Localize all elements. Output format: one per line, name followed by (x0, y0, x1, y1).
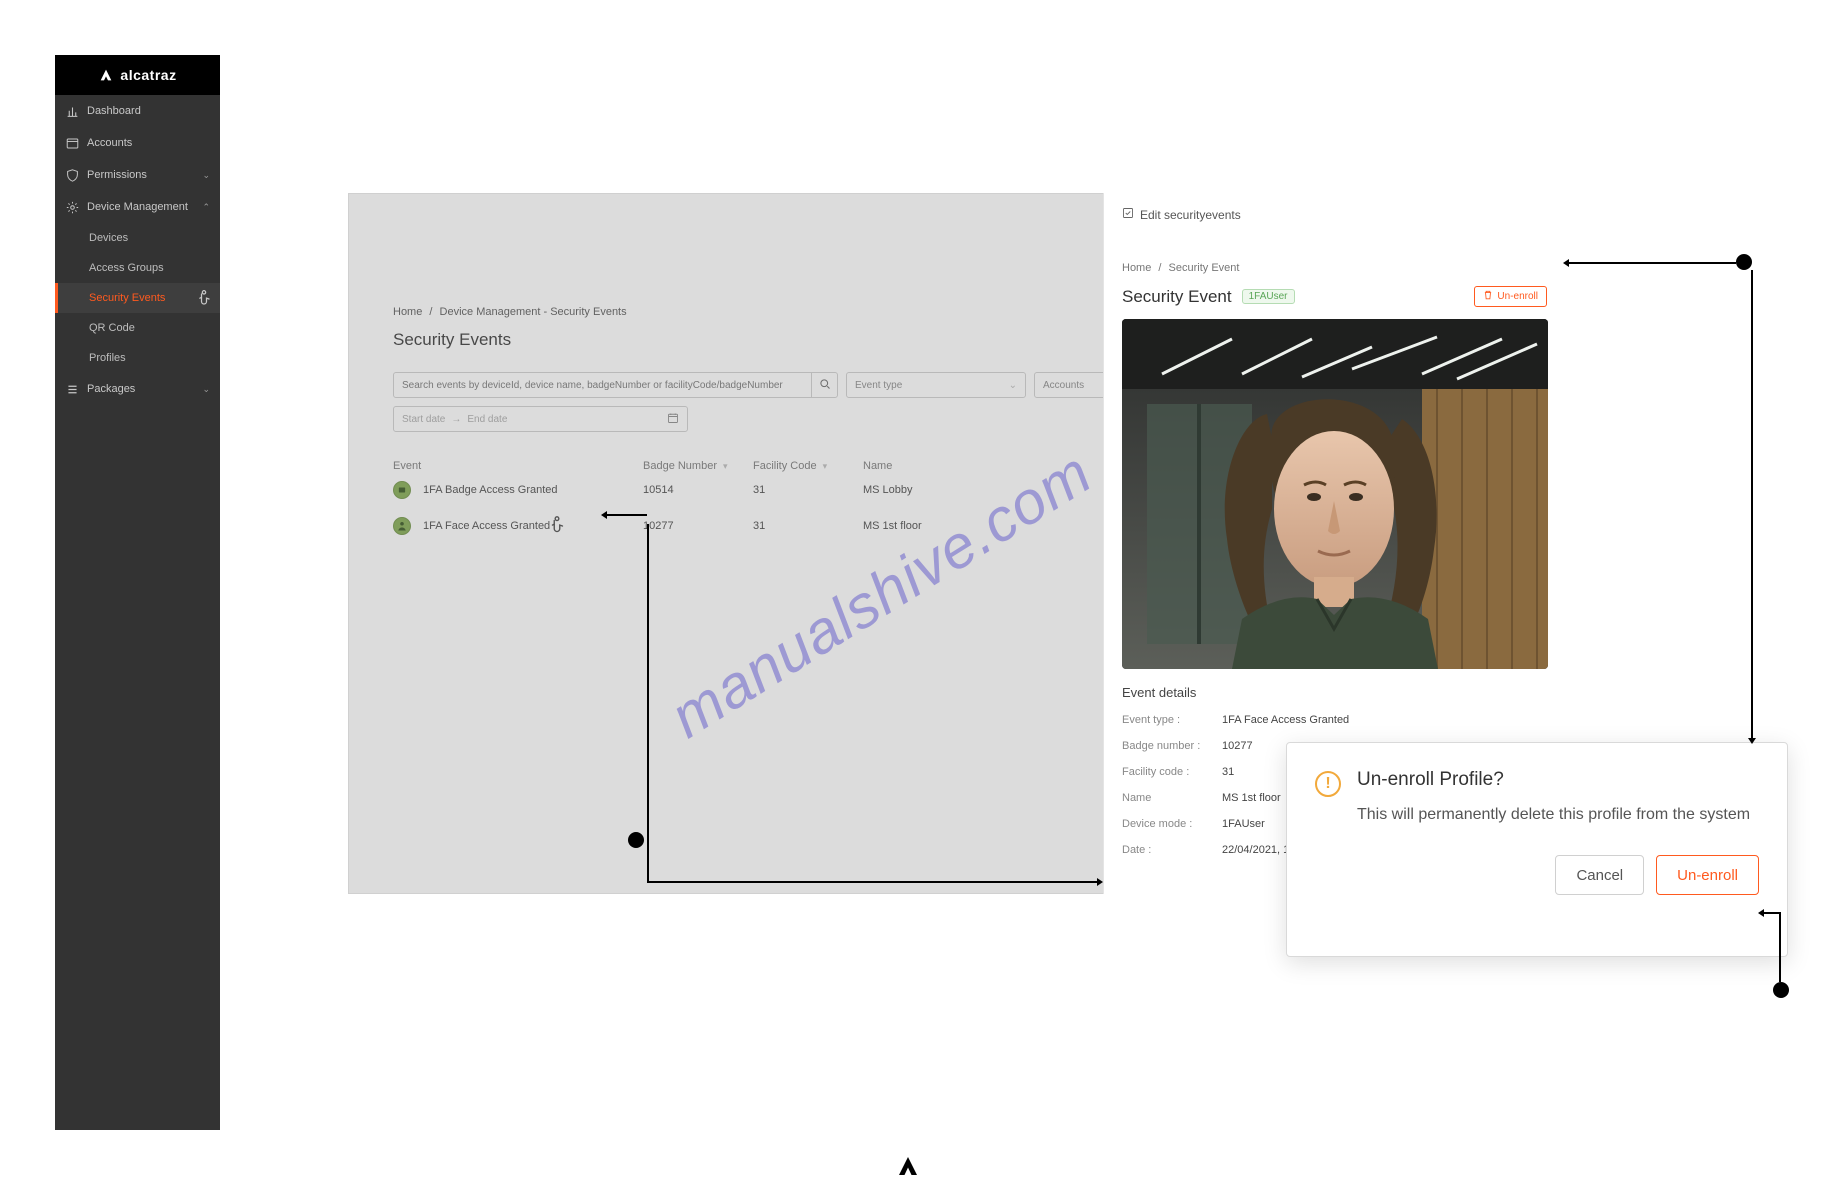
chevron-down-icon: ⌄ (202, 170, 210, 181)
detail-header: Edit securityevents (1122, 207, 1547, 222)
nav-label: Accounts (87, 137, 132, 149)
detail-title: Security Event (1122, 287, 1232, 307)
placeholder: Accounts (1043, 380, 1084, 391)
event-details-title: Event details (1122, 685, 1547, 700)
nav-label: Dashboard (87, 105, 141, 117)
cell-facility: 31 (753, 484, 863, 496)
brand-logo: alcatraz (55, 55, 220, 95)
annotation-arrow (1751, 270, 1753, 738)
date-range-picker[interactable]: Start date → End date (393, 406, 688, 432)
badge-icon (393, 481, 411, 499)
annotation-arrow (607, 514, 647, 516)
cursor-pointer-icon (194, 289, 214, 309)
nav-label: Packages (87, 383, 135, 395)
cell-badge: 10277 (643, 520, 753, 532)
start-date-ph: Start date (402, 414, 445, 425)
crumb-page: Device Management - Security Events (440, 306, 627, 318)
search-input[interactable] (394, 373, 811, 397)
edit-icon (1122, 207, 1134, 222)
cursor-pointer-icon (546, 515, 568, 537)
detail-header-text: Edit securityevents (1140, 208, 1241, 222)
annotation-arrow (1764, 912, 1779, 914)
nav-device-management[interactable]: Device Management ⌃ (55, 191, 220, 223)
brand-text: alcatraz (120, 67, 176, 83)
sub-label: Security Events (89, 292, 165, 304)
annotation-dot (628, 832, 644, 848)
table-row[interactable]: 1FA Badge Access Granted 10514 31 MS Lob… (393, 472, 1103, 508)
table-header: Event Badge Number▾ Facility Code▾ Name (393, 460, 1103, 472)
annotation-dot (1773, 982, 1789, 998)
sub-devices[interactable]: Devices (55, 223, 220, 253)
annotation-arrow (647, 881, 1097, 883)
annotation-line (647, 524, 649, 881)
col-badge[interactable]: Badge Number▾ (643, 460, 753, 472)
confirm-message: This will permanently delete this profil… (1357, 803, 1759, 827)
filter-icon: ▾ (823, 461, 828, 472)
footer-logo-icon (896, 1155, 920, 1175)
chart-icon (65, 104, 79, 118)
col-name: Name (863, 460, 1063, 472)
event-name: 1FA Face Access Granted (423, 520, 550, 532)
sub-label: Access Groups (89, 262, 164, 274)
unenroll-confirm-dialog: ! Un-enroll Profile? This will permanent… (1286, 742, 1788, 957)
annotation-arrow (1569, 262, 1736, 264)
col-facility[interactable]: Facility Code▾ (753, 460, 863, 472)
unenroll-label: Un-enroll (1497, 291, 1538, 302)
window-icon (65, 136, 79, 150)
nav-packages[interactable]: Packages ⌄ (55, 373, 220, 405)
end-date-ph: End date (467, 414, 507, 425)
nav-label: Device Management (87, 201, 188, 213)
search-button[interactable] (811, 373, 837, 397)
event-name: 1FA Badge Access Granted (423, 484, 558, 496)
shield-icon (65, 168, 79, 182)
cancel-button[interactable]: Cancel (1555, 855, 1644, 895)
sidebar: alcatraz Dashboard Accounts Permissions … (55, 55, 220, 1130)
cell-facility: 31 (753, 520, 863, 532)
gear-icon (65, 200, 79, 214)
kv-row: Event type :1FA Face Access Granted (1122, 714, 1547, 726)
sub-qr-code[interactable]: QR Code (55, 313, 220, 343)
annotation-line (1779, 912, 1781, 982)
sub-access-groups[interactable]: Access Groups (55, 253, 220, 283)
event-type-select[interactable]: Event type ⌄ (846, 372, 1026, 398)
sub-security-events[interactable]: Security Events (55, 283, 220, 313)
unenroll-button[interactable]: Un-enroll (1474, 286, 1547, 307)
crumb-here: Security Event (1169, 262, 1240, 274)
sub-label: Profiles (89, 352, 126, 364)
chevron-down-icon: ⌄ (202, 384, 210, 395)
search-input-wrap (393, 372, 838, 398)
event-photo (1122, 319, 1548, 669)
chevron-up-icon: ⌃ (202, 202, 210, 213)
nav-accounts[interactable]: Accounts (55, 127, 220, 159)
table-row[interactable]: 1FA Face Access Granted 10277 31 MS 1st … (393, 508, 1103, 544)
chevron-down-icon: ⌄ (1009, 380, 1017, 391)
filter-icon: ▾ (723, 461, 728, 472)
events-table: Event Badge Number▾ Facility Code▾ Name … (393, 460, 1103, 544)
sub-label: QR Code (89, 322, 135, 334)
face-icon (393, 517, 411, 535)
calendar-icon (667, 412, 679, 427)
list-icon (65, 382, 79, 396)
nav-label: Permissions (87, 169, 147, 181)
detail-breadcrumb: Home / Security Event (1122, 262, 1547, 274)
detail-title-row: Security Event 1FAUser Un-enroll (1122, 286, 1547, 307)
placeholder: Event type (855, 380, 902, 391)
crumb-home[interactable]: Home (393, 306, 422, 318)
sub-profiles[interactable]: Profiles (55, 343, 220, 373)
cell-badge: 10514 (643, 484, 753, 496)
nav-permissions[interactable]: Permissions ⌄ (55, 159, 220, 191)
confirm-unenroll-button[interactable]: Un-enroll (1656, 855, 1759, 895)
trash-icon (1483, 290, 1493, 303)
confirm-title: Un-enroll Profile? (1357, 769, 1759, 791)
cell-name: MS Lobby (863, 484, 1063, 496)
crumb-home[interactable]: Home (1122, 262, 1151, 274)
col-event: Event (393, 460, 643, 472)
sub-label: Devices (89, 232, 128, 244)
annotation-dot (1736, 254, 1752, 270)
user-tag: 1FAUser (1242, 289, 1295, 304)
cell-name: MS 1st floor (863, 520, 1063, 532)
nav-dashboard[interactable]: Dashboard (55, 95, 220, 127)
warning-icon: ! (1315, 771, 1341, 797)
search-icon (819, 378, 831, 393)
